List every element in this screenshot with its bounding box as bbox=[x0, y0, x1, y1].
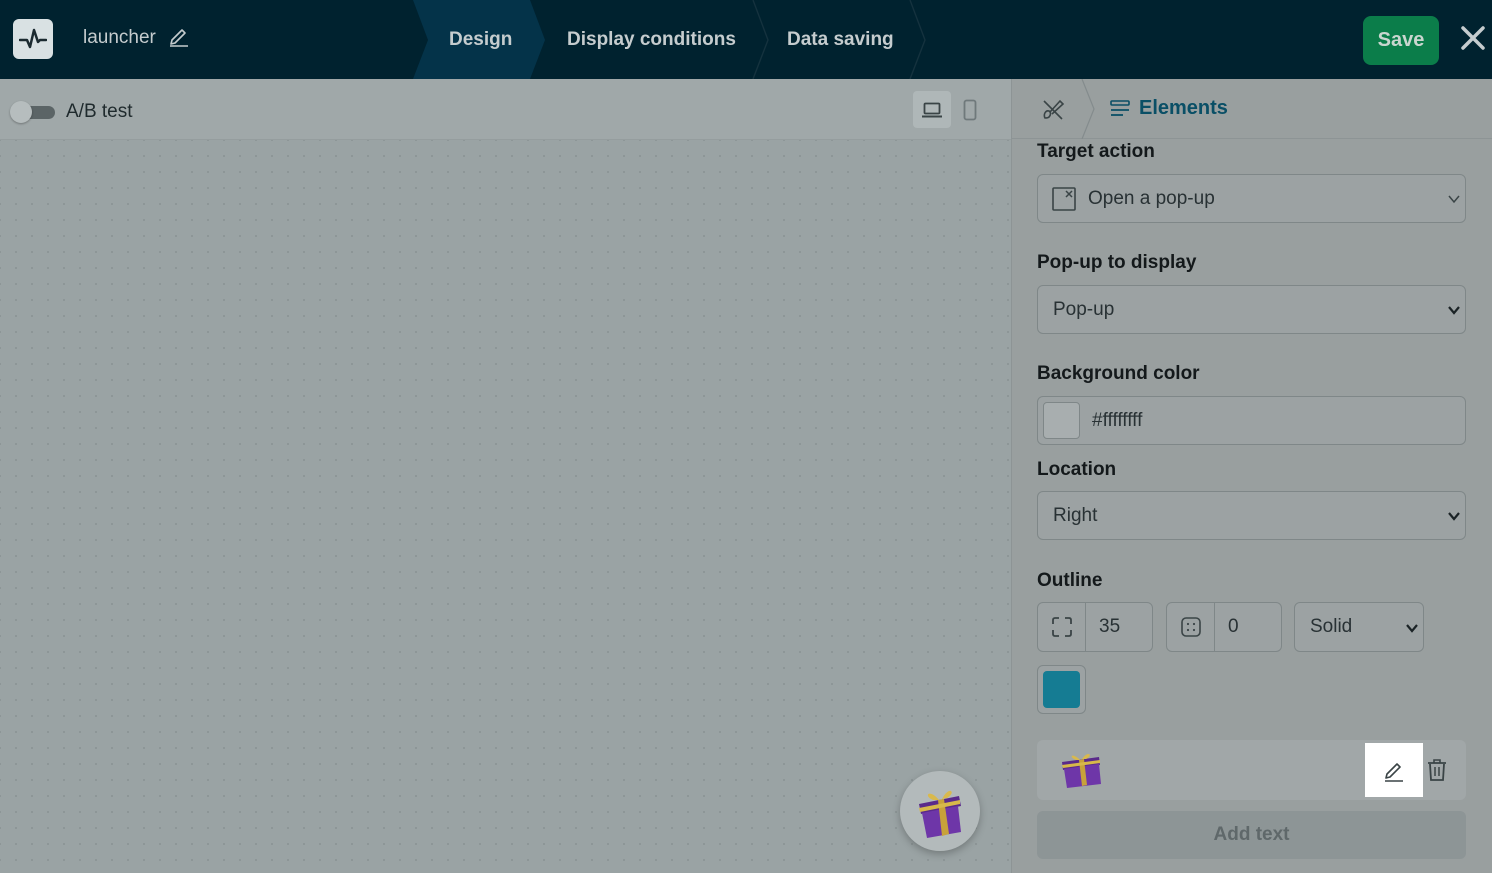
outline-color-picker[interactable] bbox=[1037, 665, 1086, 714]
save-button[interactable]: Save bbox=[1363, 16, 1439, 65]
close-icon[interactable] bbox=[1458, 23, 1488, 53]
outline-color-swatch bbox=[1043, 671, 1080, 708]
popup-select[interactable]: Pop-up bbox=[1037, 285, 1466, 334]
add-text-button[interactable]: Add text bbox=[1037, 811, 1466, 859]
tab-elements[interactable]: Elements bbox=[1109, 97, 1228, 120]
step-navigation: Design Display conditions Data saving bbox=[413, 0, 933, 79]
canvas-toolbar bbox=[0, 79, 1011, 140]
phone-icon bbox=[963, 99, 977, 120]
ab-test-toggle[interactable] bbox=[10, 101, 57, 123]
tab-data-saving[interactable]: Data saving bbox=[787, 0, 894, 79]
panel-header: Elements bbox=[1012, 79, 1492, 139]
device-switcher bbox=[913, 91, 989, 128]
chevron-down-icon bbox=[1406, 624, 1418, 633]
tab-design[interactable]: Design bbox=[449, 0, 512, 79]
border-icon bbox=[1180, 617, 1201, 637]
gift-icon bbox=[919, 790, 961, 838]
chevron-down-icon bbox=[1448, 512, 1460, 521]
target-action-label: Target action bbox=[1037, 141, 1155, 162]
popup-window-icon bbox=[1052, 186, 1076, 211]
elements-label: Elements bbox=[1139, 97, 1228, 119]
target-action-select[interactable]: Open a pop-up bbox=[1037, 174, 1466, 223]
trash-icon bbox=[1428, 759, 1446, 781]
image-element-row bbox=[1037, 740, 1466, 800]
location-select[interactable]: Right bbox=[1037, 491, 1466, 540]
settings-panel: Elements Target action Open a pop-up Pop… bbox=[1011, 79, 1492, 873]
corner-radius-icon-box bbox=[1038, 603, 1086, 651]
delete-image-button[interactable] bbox=[1425, 756, 1449, 784]
edit-image-button[interactable] bbox=[1365, 743, 1423, 797]
target-action-value: Open a pop-up bbox=[1088, 187, 1215, 209]
launcher-button-preview[interactable] bbox=[900, 771, 980, 851]
gift-image-thumbnail bbox=[1062, 753, 1101, 788]
laptop-icon bbox=[922, 102, 942, 117]
outline-style-select[interactable]: Solid bbox=[1294, 602, 1424, 652]
list-icon bbox=[1110, 99, 1130, 116]
corners-icon bbox=[1051, 617, 1072, 637]
outline-label: Outline bbox=[1037, 570, 1103, 591]
background-color-label: Background color bbox=[1037, 363, 1200, 384]
chevron-down-icon bbox=[1448, 306, 1460, 315]
outline-style-value: Solid bbox=[1310, 616, 1353, 637]
location-value: Right bbox=[1053, 504, 1098, 526]
location-label: Location bbox=[1037, 459, 1117, 480]
style-brush-icon[interactable] bbox=[1040, 97, 1066, 123]
background-color-value: #ffffffff bbox=[1092, 409, 1143, 431]
outline-radius-value: 35 bbox=[1099, 616, 1121, 637]
chevron-down-icon bbox=[1448, 195, 1460, 204]
outline-width-field[interactable]: 0 bbox=[1166, 602, 1282, 652]
design-canvas[interactable] bbox=[0, 140, 1011, 873]
breadcrumb-separator bbox=[1081, 79, 1095, 139]
app-logo[interactable] bbox=[13, 19, 53, 59]
launcher-title: launcher bbox=[83, 27, 156, 48]
ab-test-label: A/B test bbox=[66, 101, 133, 122]
top-bar: launcher Design Display conditions Data … bbox=[0, 0, 1492, 79]
outline-radius-field[interactable]: 35 bbox=[1037, 602, 1153, 652]
popup-to-display-label: Pop-up to display bbox=[1037, 252, 1197, 273]
pulse-icon bbox=[19, 28, 47, 49]
background-color-swatch[interactable] bbox=[1043, 402, 1080, 439]
desktop-view-button[interactable] bbox=[913, 91, 951, 128]
background-color-field[interactable]: #ffffffff bbox=[1037, 396, 1466, 445]
pencil-icon bbox=[1385, 763, 1403, 782]
outline-width-value: 0 bbox=[1228, 616, 1239, 637]
mobile-view-button[interactable] bbox=[951, 91, 989, 128]
border-width-icon-box bbox=[1167, 603, 1215, 651]
popup-value: Pop-up bbox=[1053, 298, 1115, 320]
pencil-icon[interactable] bbox=[168, 25, 190, 47]
toggle-knob bbox=[10, 101, 32, 123]
tab-display-conditions[interactable]: Display conditions bbox=[567, 0, 736, 79]
